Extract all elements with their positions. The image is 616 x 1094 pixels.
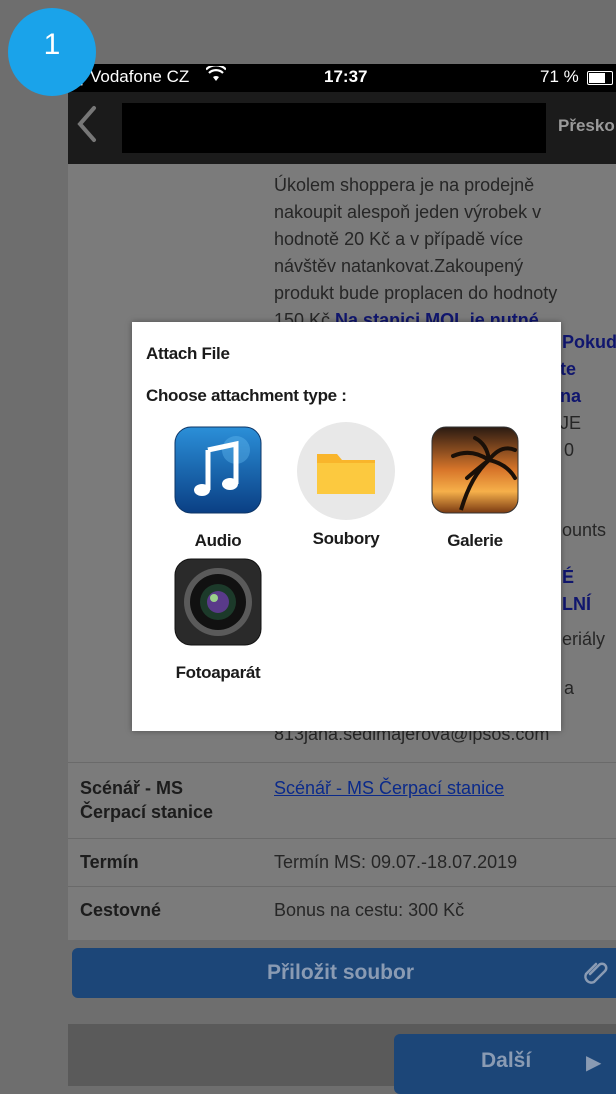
skip-button[interactable]: Přesko	[558, 116, 615, 136]
text-fragment: a	[564, 678, 575, 698]
next-label: Další	[481, 1049, 532, 1072]
attach-file-label: Přiložit soubor	[267, 961, 414, 984]
nav-bar: Přesko	[68, 92, 616, 164]
footer-bar: Další ▶	[68, 1024, 616, 1094]
description-line: hodnotě 20 Kč a v případě více	[274, 229, 524, 249]
dialog-title: Attach File	[146, 344, 230, 363]
attach-file-dialog: Attach File Choose attachment type : Aud…	[132, 322, 561, 731]
dialog-subtitle: Choose attachment type :	[146, 386, 347, 405]
text-fragment: JE	[560, 413, 582, 433]
description-line: Úkolem shoppera je na prodejně	[274, 175, 535, 195]
option-label: Galerie	[447, 531, 503, 550]
travel-label: Cestovné	[80, 900, 162, 920]
description-line: produkt bude proplacen do hodnoty	[274, 283, 558, 303]
carrier-text: Vodafone CZ	[90, 67, 190, 86]
step-badge: 1	[8, 8, 96, 96]
scenario-label: Scénář - MS Čerpací stanice	[80, 776, 213, 824]
travel-value: Bonus na cestu: 300 Kč	[274, 900, 465, 920]
option-gallery[interactable]: Galerie	[415, 426, 535, 551]
text-fragment: 0	[564, 440, 575, 460]
battery-percent: 71 %	[540, 67, 579, 86]
redacted-title	[122, 103, 546, 153]
text-fragment: eriály	[562, 629, 606, 649]
term-label: Termín	[80, 852, 139, 872]
next-button[interactable]: Další ▶	[394, 1034, 616, 1094]
text-fragment: É	[562, 567, 575, 587]
text-fragment: te	[560, 359, 577, 379]
row-divider	[68, 762, 616, 763]
wifi-icon	[205, 64, 227, 87]
text-fragment: LNÍ	[562, 594, 591, 614]
attach-file-button[interactable]: Přiložit soubor	[72, 948, 616, 998]
scenario-value: Scénář - MS Čerpací stanice	[274, 778, 504, 799]
carrier-label: ▎Vodafone CZ	[80, 67, 189, 87]
text-fragment: na	[560, 386, 582, 406]
scenario-label-line: Scénář - MS	[80, 778, 184, 798]
option-label: Audio	[194, 531, 242, 550]
option-label: Soubory	[312, 529, 380, 548]
scenario-label-line: Čerpací stanice	[80, 802, 214, 822]
play-arrow-icon: ▶	[586, 1052, 602, 1074]
option-label: Fotoaparát	[175, 663, 261, 682]
term-value: Termín MS: 09.07.-18.07.2019	[274, 852, 518, 872]
folder-icon	[286, 422, 406, 525]
scenario-link[interactable]: Scénář - MS Čerpací stanice	[274, 778, 504, 798]
option-files[interactable]: Soubory	[286, 422, 406, 549]
task-description: Úkolem shoppera je na prodejně nakoupit …	[274, 172, 616, 334]
paperclip-icon	[582, 958, 610, 992]
music-note-icon	[158, 426, 278, 519]
option-audio[interactable]: Audio	[158, 426, 278, 551]
description-line: nakoupit alespoň jeden výrobek v	[274, 202, 542, 222]
camera-lens-icon	[158, 558, 278, 651]
text-fragment: Pokud	[562, 332, 616, 352]
text-fragment: ounts	[562, 520, 607, 540]
back-chevron-icon[interactable]	[74, 102, 106, 152]
row-divider	[68, 838, 616, 839]
option-camera[interactable]: Fotoaparát	[158, 558, 278, 683]
status-bar: ▎Vodafone CZ 17:37 71 %	[68, 64, 616, 92]
palm-sunset-icon	[415, 426, 535, 519]
battery-icon	[587, 71, 613, 85]
clock: 17:37	[324, 67, 368, 86]
row-divider	[68, 886, 616, 887]
description-line: návštěv natankovat.Zakoupený	[274, 256, 524, 276]
